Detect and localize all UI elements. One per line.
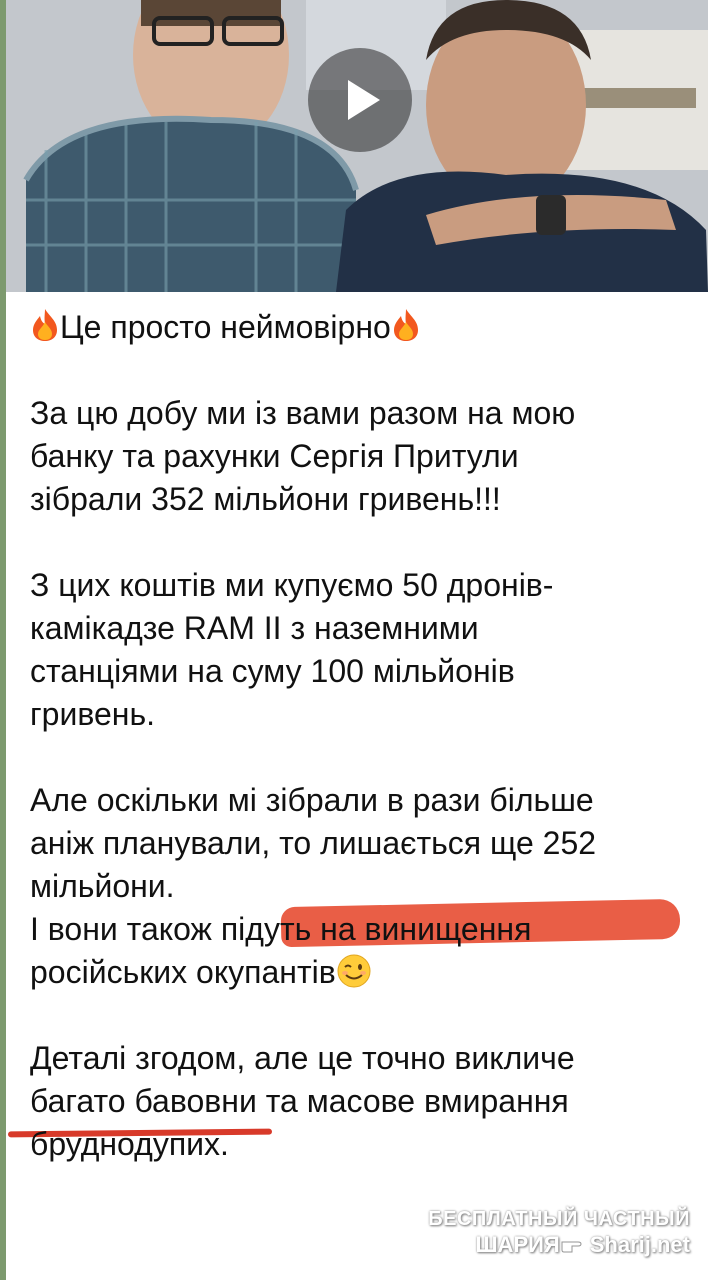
watermark-line-2: ШАРИЯ Sharij.net <box>428 1231 690 1259</box>
text-line: бруднодупих. <box>30 1126 229 1162</box>
text-line: станціями на суму 100 мільйонів <box>30 653 515 689</box>
text-line: багато бавовни та масове вмирання <box>30 1083 569 1119</box>
text-line: Але оскільки мі зібрали в рази більше <box>30 782 594 818</box>
headline-text: Це просто неймовірно <box>60 309 391 345</box>
text-line: І вони також підуть на винищення <box>30 911 532 947</box>
text-line: російських окупантів <box>30 951 690 994</box>
watermark-name: ШАРИЯ <box>475 1232 560 1257</box>
pointing-hand-icon <box>560 1233 590 1253</box>
message-text: Це просто неймовірно За цю добу ми із ва… <box>30 306 690 1166</box>
watermark: БЕСПЛАТНЫЙ ЧАСТНЫЙ ШАРИЯ Sharij.net <box>428 1207 690 1259</box>
text-line: камікадзе RAM II з наземними <box>30 610 479 646</box>
video-preview[interactable] <box>6 0 708 292</box>
text-line: зібрали 352 мільйони гривень!!! <box>30 481 501 517</box>
text-line: гривень. <box>30 696 156 732</box>
text-line: мільйони. <box>30 868 175 904</box>
text-line: Деталі згодом, але це точно викличе <box>30 1040 575 1076</box>
watermark-line-1: БЕСПЛАТНЫЙ ЧАСТНЫЙ <box>428 1208 690 1230</box>
text-line: банку та рахунки Сергія Притули <box>30 438 519 474</box>
play-icon <box>348 80 380 120</box>
fire-icon <box>30 308 60 342</box>
message-headline: Це просто неймовірно <box>30 306 690 349</box>
text-line: аніж планували, то лишається ще 252 <box>30 825 597 861</box>
wink-icon <box>336 953 372 989</box>
watermark-site: Sharij.net <box>589 1232 690 1257</box>
text-line: За цю добу ми із вами разом на мою <box>30 395 576 431</box>
fire-icon <box>391 308 421 342</box>
text-line-content: російських окупантів <box>30 954 336 990</box>
play-button[interactable] <box>308 48 412 152</box>
text-line: З цих коштів ми купуємо 50 дронів- <box>30 567 554 603</box>
